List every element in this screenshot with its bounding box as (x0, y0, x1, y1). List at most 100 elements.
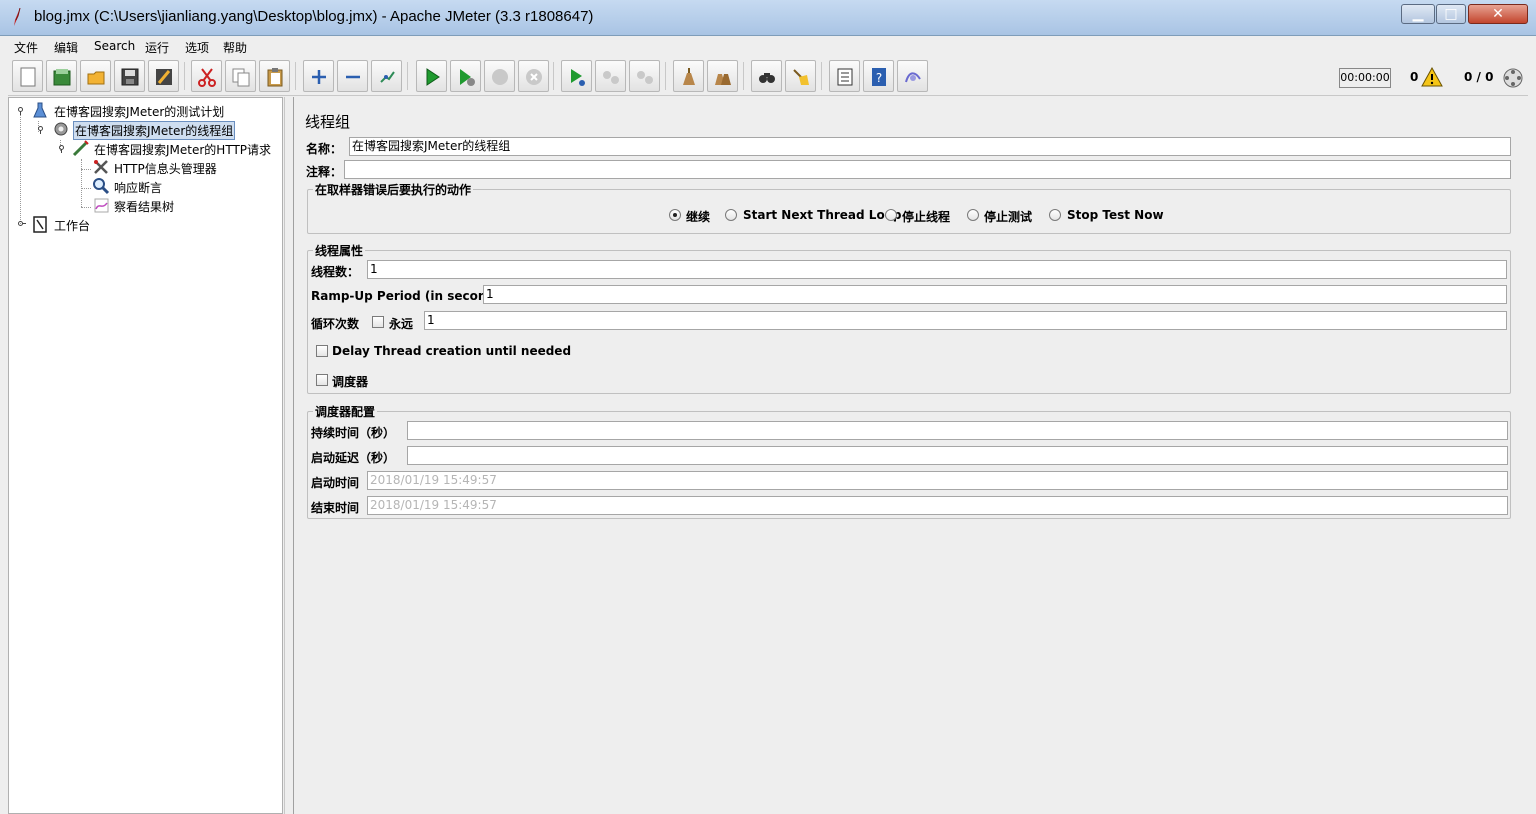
start-button[interactable] (416, 60, 447, 92)
menu-edit[interactable]: 编辑 (54, 39, 78, 56)
results-tree-icon (94, 198, 109, 213)
search-button[interactable] (751, 60, 782, 92)
error-action-title: 在取样器错误后要执行的动作 (313, 181, 474, 198)
menu-options[interactable]: 选项 (185, 39, 209, 56)
delay-thread-label[interactable]: Delay Thread creation until needed (332, 344, 571, 358)
thread-properties-title: 线程属性 (313, 242, 366, 259)
radio-stop-thread-label[interactable]: 停止线程 (902, 208, 950, 225)
templates-icon (53, 69, 71, 86)
menu-file[interactable]: 文件 (14, 39, 38, 56)
collapse-icon (346, 75, 360, 79)
delay-thread-checkbox[interactable] (316, 345, 328, 357)
toolbar: ? 00:00:00 0 0 / 0 (8, 58, 1528, 96)
tree-toggle-icon[interactable] (15, 104, 26, 115)
save-button[interactable] (114, 60, 145, 92)
cut-button[interactable] (191, 60, 222, 92)
maximize-icon: □ (1444, 6, 1458, 22)
remote-stop-button[interactable] (595, 60, 626, 92)
start-no-pause-button[interactable] (450, 60, 481, 92)
menu-help[interactable]: 帮助 (223, 39, 247, 56)
minimize-icon: ▁ (1412, 6, 1424, 22)
page-title: 线程组 (305, 113, 351, 131)
shutdown-button[interactable] (518, 60, 549, 92)
new-icon (20, 67, 36, 87)
start-time-input[interactable]: 2018/01/19 15:49:57 (367, 471, 1508, 490)
radio-continue-label[interactable]: 继续 (686, 208, 710, 225)
radio-stop-test-now[interactable] (1049, 209, 1061, 221)
forever-label[interactable]: 永远 (389, 315, 413, 332)
radio-continue[interactable] (669, 209, 681, 221)
test-plan-tree: 在博客园搜索JMeter的测试计划 在博客园搜索JMeter的线程组 在博客园搜… (8, 97, 283, 814)
loop-count-label: 循环次数 (311, 317, 360, 331)
remote-start-button[interactable] (561, 60, 592, 92)
stop-button[interactable] (484, 60, 515, 92)
warning-icon[interactable] (1421, 67, 1443, 87)
clear-all-button[interactable] (707, 60, 738, 92)
tree-node-label: 在博客园搜索JMeter的线程组 (73, 121, 236, 140)
remote-shutdown-icon (637, 71, 653, 84)
start-no-pause-icon (460, 69, 475, 86)
duration-input[interactable] (407, 421, 1508, 440)
loop-count-input[interactable]: 1 (424, 311, 1507, 330)
comment-label: 注释： (306, 165, 343, 179)
remote-shutdown-button[interactable] (629, 60, 660, 92)
thread-count-label: 线程数： (311, 265, 360, 279)
maximize-button[interactable]: □ (1436, 4, 1466, 24)
startup-delay-input[interactable] (407, 446, 1508, 465)
tree-toggle-icon[interactable] (56, 142, 67, 153)
clear-button[interactable] (673, 60, 704, 92)
thread-count: 0 / 0 (1464, 70, 1494, 84)
tree-toggle-icon[interactable] (15, 218, 26, 229)
open-button[interactable] (80, 60, 111, 92)
radio-stop-test-now-label[interactable]: Stop Test Now (1067, 208, 1164, 222)
menu-search[interactable]: Search (94, 39, 135, 53)
window-title: blog.jmx (C:\Users\jianliang.yang\Deskto… (34, 8, 594, 25)
comment-input[interactable] (344, 160, 1511, 179)
thread-count-input[interactable]: 1 (367, 260, 1507, 279)
cut-icon (198, 68, 216, 87)
tree-node-label: HTTP信息头管理器 (114, 162, 217, 176)
toggle-button[interactable] (371, 60, 402, 92)
radio-stop-test-label[interactable]: 停止测试 (984, 208, 1032, 225)
forever-checkbox[interactable] (372, 316, 384, 328)
expand-button[interactable] (303, 60, 334, 92)
scheduler-checkbox[interactable] (316, 374, 328, 386)
workbench-icon (33, 216, 47, 233)
function-helper-button[interactable] (829, 60, 860, 92)
panel-splitter[interactable] (284, 97, 294, 814)
logger-icon (905, 72, 921, 83)
reset-search-button[interactable] (785, 60, 816, 92)
help-button[interactable]: ? (863, 60, 894, 92)
end-time-input[interactable]: 2018/01/19 15:49:57 (367, 496, 1508, 515)
jmeter-feather-icon (14, 8, 21, 26)
window-titlebar: blog.jmx (C:\Users\jianliang.yang\Deskto… (0, 0, 1536, 36)
assertion-icon (93, 178, 110, 195)
menu-run[interactable]: 运行 (145, 39, 169, 56)
save-as-icon (156, 69, 172, 85)
svg-text:?: ? (876, 71, 882, 85)
menu-bar: 文件 编辑 Search 运行 选项 帮助 (8, 36, 1528, 58)
tree-node-label: 察看结果树 (114, 200, 175, 214)
radio-stop-test[interactable] (967, 209, 979, 221)
close-icon: ✕ (1492, 6, 1504, 22)
radio-start-next-loop[interactable] (725, 209, 737, 221)
logger-button[interactable] (897, 60, 928, 92)
end-time-label: 结束时间 (311, 501, 360, 515)
close-button[interactable]: ✕ (1468, 4, 1528, 24)
collapse-button[interactable] (337, 60, 368, 92)
new-button[interactable] (12, 60, 43, 92)
minimize-button[interactable]: ▁ (1401, 4, 1435, 24)
save-as-button[interactable] (148, 60, 179, 92)
name-input[interactable]: 在博客园搜索JMeter的线程组 (349, 137, 1511, 156)
radio-stop-thread[interactable] (885, 209, 897, 221)
copy-button[interactable] (225, 60, 256, 92)
clear-all-icon (715, 74, 731, 85)
radio-start-next-loop-label[interactable]: Start Next Thread Loop (743, 208, 902, 222)
paste-button[interactable] (259, 60, 290, 92)
copy-icon (232, 68, 250, 87)
templates-button[interactable] (46, 60, 77, 92)
rampup-input[interactable]: 1 (483, 285, 1507, 304)
scheduler-config-title: 调度器配置 (313, 403, 378, 420)
tree-toggle-icon[interactable] (35, 123, 46, 134)
scheduler-label[interactable]: 调度器 (332, 373, 368, 390)
